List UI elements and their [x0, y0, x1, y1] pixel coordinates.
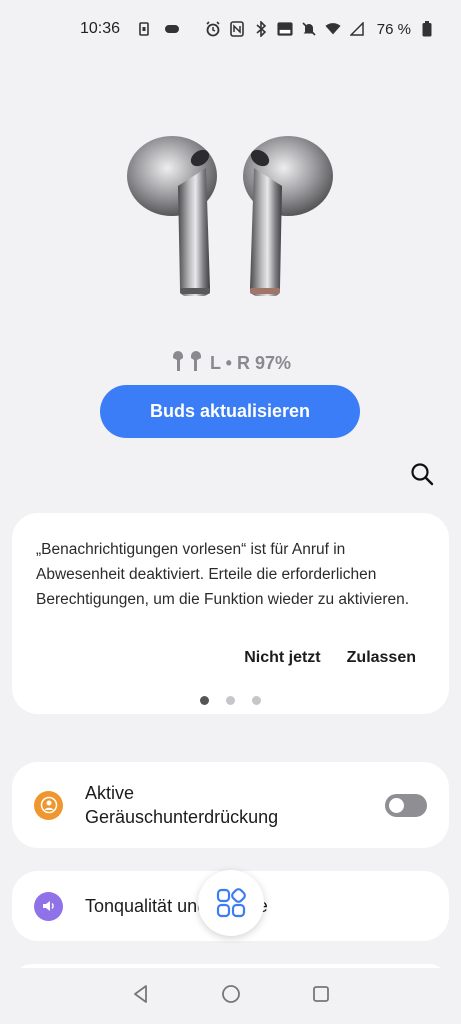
- notice-text: „Benachrichtigungen vorlesen“ ist für An…: [36, 541, 410, 608]
- nfc-icon: [229, 21, 245, 37]
- earbuds-battery-status: L • R 97%: [0, 350, 461, 377]
- sim-icon: [136, 21, 152, 37]
- bluetooth-icon: [253, 21, 269, 37]
- alarm-icon: [205, 21, 221, 37]
- active-noise-cancelling-setting[interactable]: Aktive Geräuschunterdrückung: [12, 762, 449, 848]
- allow-button[interactable]: Zulassen: [347, 649, 416, 667]
- noise-cancelling-icon: [34, 790, 63, 820]
- not-now-button[interactable]: Nicht jetzt: [244, 649, 320, 667]
- mute-icon: [301, 21, 317, 37]
- anc-label-line1: Aktive: [85, 783, 135, 803]
- signal-icon: [349, 21, 365, 37]
- anc-label: Aktive Geräuschunterdrückung: [85, 781, 278, 829]
- update-buds-button[interactable]: Buds aktualisieren: [100, 385, 360, 438]
- system-navigation-bar: [0, 968, 461, 1024]
- search-icon[interactable]: [408, 460, 436, 488]
- back-icon[interactable]: [131, 984, 151, 1009]
- page-indicator: [12, 696, 449, 705]
- page-dot[interactable]: [226, 696, 235, 705]
- battery-percent: 76 %: [376, 20, 411, 38]
- grid-icon: [216, 888, 246, 918]
- page-dot[interactable]: [252, 696, 261, 705]
- page-dot[interactable]: [200, 696, 209, 705]
- anc-toggle[interactable]: [385, 793, 427, 817]
- status-time: 10:36: [80, 20, 121, 37]
- menu-grid-button[interactable]: [198, 870, 264, 936]
- earbuds-image: [120, 128, 340, 308]
- status-bar: 10:36 76 %: [0, 0, 461, 58]
- anc-label-line2: Geräuschunterdrückung: [85, 807, 279, 827]
- speaker-icon: [34, 891, 63, 921]
- recents-icon[interactable]: [311, 984, 331, 1009]
- earbuds-icon: [170, 350, 204, 377]
- toggle-knob: [389, 797, 404, 813]
- earbuds-battery-text: L • R 97%: [210, 353, 291, 373]
- home-icon[interactable]: [221, 984, 241, 1009]
- battery-icon: [419, 21, 435, 37]
- volte-icon: [277, 21, 293, 37]
- notification-permission-card: „Benachrichtigungen vorlesen“ ist für An…: [12, 513, 449, 714]
- notification-dot-icon: [164, 21, 180, 37]
- wifi-icon: [325, 21, 341, 37]
